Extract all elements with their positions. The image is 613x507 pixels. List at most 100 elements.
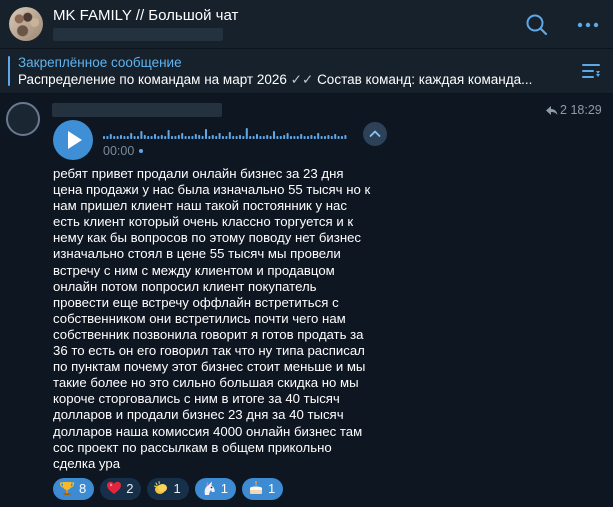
double-check-icon: ✓✓ [290,72,314,87]
unplayed-dot [139,149,144,153]
waveform-bar [137,136,139,139]
pinned-text-first: Распределение по командам на март 2026 [18,72,287,87]
forward-count: 2 [560,103,567,117]
waveform-bar [310,135,313,139]
waveform-bar [126,136,129,139]
waveform-bar [218,133,221,139]
waveform-bar [106,136,109,139]
waveform-bar [167,130,170,139]
unicorn-icon [204,481,215,495]
waveform-bar [171,136,173,139]
waveform-bar [215,136,218,139]
pinned-list-icon [582,64,600,78]
waveform-bar [143,135,146,139]
voice-duration-text: 00:00 [103,144,135,158]
red-heart-icon [107,481,122,494]
waveform-bar [337,136,340,139]
reaction-count: 1 [220,481,228,496]
chat-subtitle-redacted [53,28,223,41]
waveform-bar [225,136,228,139]
pinned-message-bar[interactable]: Закреплённое сообщение Распределение по … [0,49,613,94]
trophy-icon [59,482,75,495]
waveform-bar [201,136,204,139]
reaction-count: 8 [79,481,87,496]
waveform-bar [290,136,292,139]
more-button[interactable] [575,12,601,38]
voice-duration: 00:00 [103,144,144,158]
waveform-bar [317,133,320,139]
transcribe-toggle-button[interactable] [363,122,387,146]
waveform-bar [279,136,282,139]
sender-name-redacted[interactable] [52,103,222,117]
waveform-bar [191,136,194,139]
search-button[interactable] [524,12,550,38]
message-time: 18:29 [570,103,602,117]
message-meta: 2 18:29 [545,103,602,117]
waveform-bar [239,135,241,139]
waveform-bar [341,136,343,139]
play-icon [68,131,82,149]
chat-header: MK FAMILY // Большой чат [0,0,613,49]
waveform-bar [307,136,309,139]
waveform-bar [293,136,296,139]
more-vertical-icon [577,22,599,28]
waveform-bar [194,134,197,139]
waveform-bar [133,136,136,139]
waveform-bar [276,136,279,139]
sender-avatar[interactable] [6,102,40,136]
waveform-bar [259,136,262,139]
waveform-bar [303,136,306,139]
reaction-count: 1 [173,481,181,496]
pinned-list-button[interactable] [580,61,602,81]
chat-title[interactable]: MK FAMILY // Большой чат [53,7,238,24]
waveform-bar [252,136,255,139]
reaction-heart[interactable]: 2 [100,478,142,500]
waveform-bar [344,135,347,139]
reaction-cake[interactable]: 1 [241,478,284,500]
waveform-bar [116,136,119,139]
waveform-bar [150,136,153,139]
waveform-bar [184,136,187,139]
waveform-bar [205,129,207,139]
waveform-bar [327,135,330,139]
reaction-count: 2 [126,481,134,496]
search-icon [526,14,548,36]
waveform-bar [103,136,105,139]
voice-play-button[interactable] [53,120,93,160]
waveform-bar [300,134,303,139]
waveform-bar [324,136,326,139]
waveform-bar [242,136,245,139]
voice-waveform[interactable] [103,125,353,139]
waveform-bar [334,134,337,139]
waveform-bar [140,131,143,139]
waveform-bar [296,136,299,139]
waveform-bar [157,136,160,139]
waveform-bar [235,136,238,139]
waveform-bar [249,136,252,139]
waveform-bar [130,133,133,139]
message-text: ребят привет продали онлайн бизнес за 23… [53,166,371,471]
waveform-bar [286,133,289,139]
reaction-trophy[interactable]: 8 [53,478,95,500]
message-list: 2 18:29 00:00 ребят привет продали онлай… [0,94,613,507]
group-avatar[interactable] [9,7,43,41]
pinned-title: Закреплённое сообщение [18,55,182,70]
waveform-bar [208,136,211,139]
waveform-bar [181,133,184,139]
waveform-bar [330,136,333,139]
waveform-bar [211,135,214,139]
clap-icon [154,481,168,494]
waveform-bar [283,135,286,139]
waveform-bar [160,135,163,139]
reaction-unicorn[interactable]: 1 [194,478,236,500]
waveform-bar [123,136,126,139]
waveform-bar [120,135,122,139]
waveform-bar [164,136,167,139]
waveform-bar [177,135,180,139]
waveform-bar [269,136,272,139]
waveform-bar [245,128,248,139]
waveform-bar [147,136,150,139]
waveform-bar [174,136,177,139]
waveform-bar [188,136,190,139]
reaction-clap[interactable]: 1 [147,478,189,500]
